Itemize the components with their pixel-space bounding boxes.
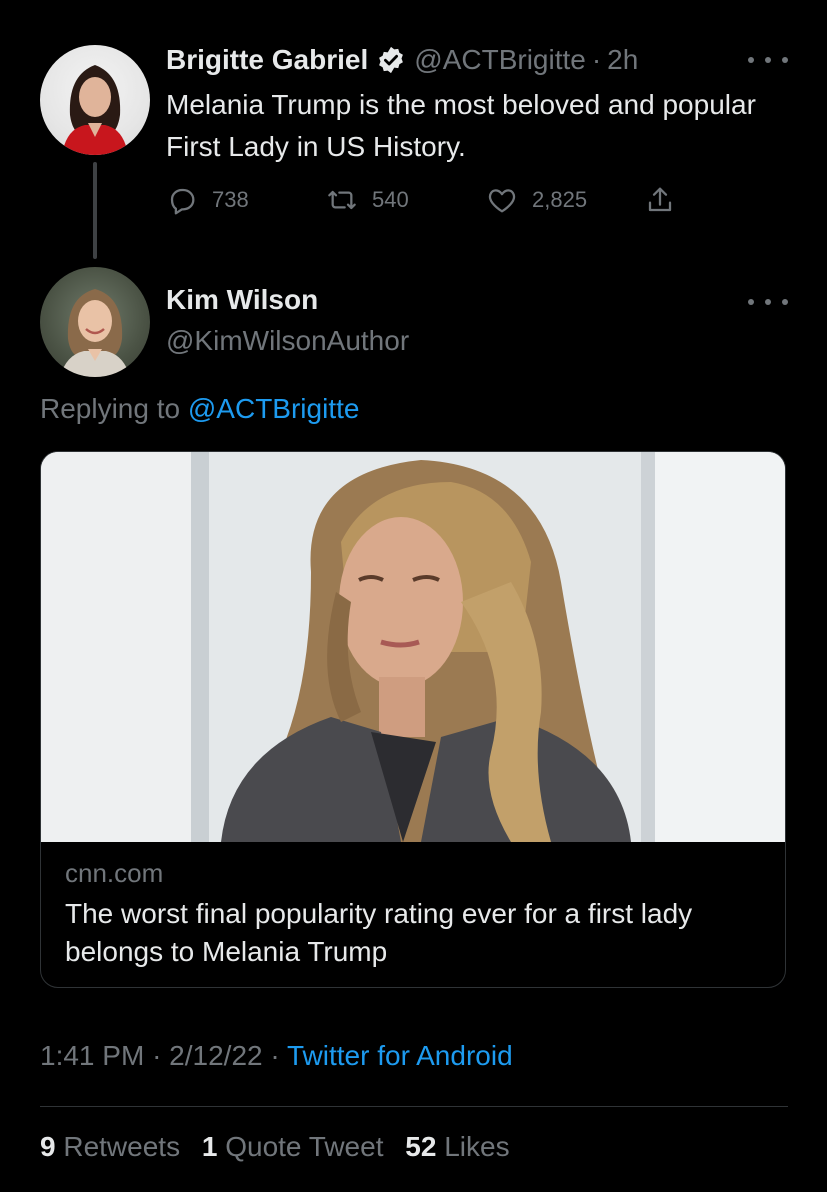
engagement-stats: 9 Retweets 1 Quote Tweet 52 Likes (40, 1131, 510, 1163)
likes-stat-count: 52 (405, 1131, 437, 1162)
likes-stat-label: Likes (444, 1131, 510, 1162)
reply-display-name[interactable]: Kim Wilson (166, 284, 318, 316)
replying-to-mention-link[interactable]: @ACTBrigitte (188, 393, 360, 424)
reply-icon (170, 188, 195, 215)
retweets-stat[interactable]: 9 Retweets (40, 1131, 180, 1162)
reply-handle[interactable]: @KimWilsonAuthor (166, 325, 409, 357)
card-domain: cnn.com (65, 858, 164, 888)
divider (40, 1106, 788, 1107)
timestamp-time[interactable]: 1:41 PM (40, 1040, 144, 1071)
share-button[interactable] (644, 180, 676, 220)
like-button[interactable]: 2,825 (486, 180, 587, 220)
quote-tweets-stat-count: 1 (201, 1131, 218, 1162)
timestamp-date[interactable]: 2/12/22 (169, 1040, 262, 1071)
time-separator: · (591, 44, 602, 75)
verified-badge-icon (376, 45, 406, 75)
avatar-portrait-image (62, 65, 128, 155)
retweets-stat-label: Retweets (63, 1131, 181, 1162)
quote-tweets-stat[interactable]: 1 Quote Tweet (202, 1131, 384, 1162)
reply-count: 738 (212, 187, 249, 212)
card-meta: cnn.com The worst final popularity ratin… (65, 858, 765, 971)
card-image (41, 452, 785, 842)
timestamp-separator: · (152, 1040, 162, 1071)
tweet-timestamp: 1:41 PM · 2/12/22 · Twitter for Android (40, 1040, 513, 1072)
parent-tweet-text: Melania Trump is the most beloved and po… (166, 89, 756, 162)
parent-display-name[interactable]: Brigitte Gabriel (166, 44, 368, 76)
avatar-portrait-image (60, 289, 130, 377)
replying-to-line: Replying to @ACTBrigitte (40, 393, 359, 425)
reply-more-icon[interactable] (748, 292, 788, 312)
retweet-count: 540 (372, 187, 409, 212)
likes-stat[interactable]: 52 Likes (405, 1131, 509, 1162)
parent-handle[interactable]: @ACTBrigitte (414, 44, 586, 76)
share-icon (648, 187, 672, 212)
replying-to-prefix: Replying to (40, 393, 181, 424)
parent-tweet-header: Brigitte Gabriel @ACTBrigitte · 2h (166, 42, 638, 78)
avatar-brigitte-gabriel[interactable] (40, 45, 150, 155)
timestamp-separator: · (270, 1040, 280, 1071)
tweet-source-link[interactable]: Twitter for Android (287, 1040, 513, 1071)
parent-action-bar: 738 540 2,825 (166, 180, 686, 220)
retweet-icon (328, 190, 356, 210)
link-preview-card[interactable]: cnn.com The worst final popularity ratin… (40, 451, 786, 988)
reply-button[interactable]: 738 (166, 180, 249, 220)
parent-more-icon[interactable] (748, 50, 788, 70)
card-title: The worst final popularity rating ever f… (65, 898, 693, 967)
parent-time[interactable]: 2h (607, 44, 638, 76)
card-photo-illustration (41, 452, 785, 842)
like-icon (488, 189, 516, 213)
like-count: 2,825 (532, 187, 588, 212)
avatar-kim-wilson[interactable] (40, 267, 150, 377)
retweets-stat-count: 9 (40, 1131, 56, 1162)
quote-tweets-stat-label: Quote Tweet (225, 1131, 384, 1162)
thread-connector-line (93, 162, 97, 259)
retweet-button[interactable]: 540 (326, 180, 409, 220)
